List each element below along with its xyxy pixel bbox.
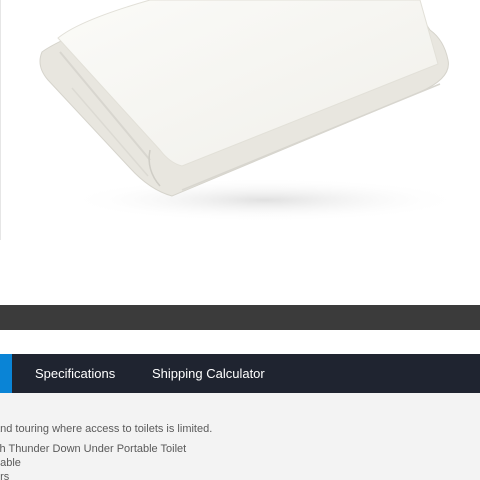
tab-specifications[interactable]: Specifications — [35, 354, 115, 393]
list-item: ith Thunder Down Under Portable Toilet — [0, 443, 187, 455]
list-item: dable — [0, 457, 21, 469]
list-item: ers — [0, 471, 10, 480]
product-tabs: Specifications Shipping Calculator — [0, 354, 480, 393]
product-image — [0, 0, 480, 240]
section-divider-bar — [0, 305, 480, 330]
image-border — [0, 0, 1, 240]
feature-list: ith Thunder Down Under Portable Toilet d… — [0, 442, 186, 480]
tab-content-panel: and touring where access to toilets is l… — [0, 393, 480, 480]
description-text: and touring where access to toilets is l… — [0, 423, 213, 435]
folded-bag-illustration — [39, 0, 465, 222]
tab-shipping-calculator[interactable]: Shipping Calculator — [152, 354, 265, 393]
tab-active-indicator[interactable] — [0, 354, 12, 393]
